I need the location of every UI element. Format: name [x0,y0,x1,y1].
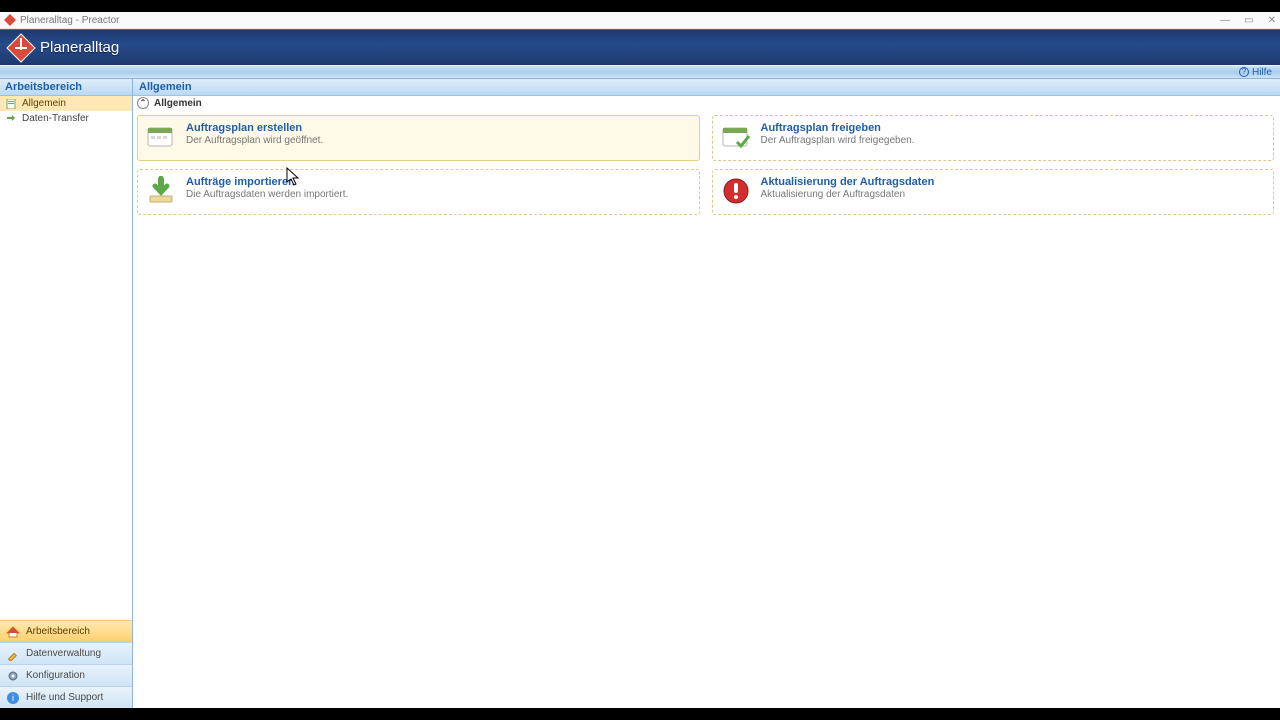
help-link[interactable]: ? Hilfe [1239,67,1272,78]
tile-auftraege-importieren[interactable]: Aufträge importieren Die Auftragsdaten w… [137,169,700,215]
tile-auftragsplan-freigeben[interactable]: Auftragsplan freigeben Der Auftragsplan … [712,115,1275,161]
document-icon [6,99,16,109]
tile-desc: Der Auftragsplan wird geöffnet. [186,135,323,146]
ribbon-header: Planeralltag [0,29,1280,65]
sidebar-tab-label: Datenverwaltung [26,648,101,659]
sidebar-item-label: Allgemein [22,98,66,109]
section-header: ⌃ Allgemein [133,96,1280,111]
sidebar-item-daten-transfer[interactable]: Daten-Transfer [0,111,132,126]
content-header: Allgemein [133,79,1280,96]
help-icon: ? [1239,67,1249,77]
sidebar-tab-datenverwaltung[interactable]: Datenverwaltung [0,642,132,664]
window-controls: — ▭ ✕ [1220,15,1276,26]
tile-title: Aktualisierung der Auftragsdaten [761,176,935,188]
alert-icon [721,176,751,206]
download-icon [146,176,176,206]
tile-desc: Aktualisierung der Auftragsdaten [761,189,935,200]
help-label: Hilfe [1252,67,1272,78]
tile-title: Aufträge importieren [186,176,348,188]
window-titlebar: Planeralltag - Preactor — ▭ ✕ [0,12,1280,29]
sidebar-tab-hilfe[interactable]: i Hilfe und Support [0,686,132,708]
sidebar-tab-konfiguration[interactable]: Konfiguration [0,664,132,686]
pencil-icon [6,647,20,661]
app-window: Planeralltag - Preactor — ▭ ✕ Planerallt… [0,12,1280,708]
sidebar-tab-label: Arbeitsbereich [26,626,90,637]
tile-auftragsplan-erstellen[interactable]: Auftragsplan erstellen Der Auftragsplan … [137,115,700,161]
info-icon: i [6,691,20,705]
sidebar-list: Allgemein Daten-Transfer [0,96,132,620]
ribbon-title: Planeralltag [40,39,119,56]
main-area: Arbeitsbereich Allgemein Daten-Transfer [0,79,1280,708]
home-icon [6,625,20,639]
tile-desc: Der Auftragsplan wird freigegeben. [761,135,915,146]
collapse-icon[interactable]: ⌃ [137,97,149,109]
content-body: Auftragsplan erstellen Der Auftragsplan … [133,111,1280,708]
section-title: Allgemein [154,98,202,109]
sub-strip: ? Hilfe [0,65,1280,79]
gear-icon [6,669,20,683]
sidebar-header: Arbeitsbereich [0,79,132,96]
app-icon [4,14,16,26]
tile-desc: Die Auftragsdaten werden importiert. [186,189,348,200]
window-title: Planeralltag - Preactor [20,15,120,26]
sidebar-item-label: Daten-Transfer [22,113,89,124]
sidebar-item-allgemein[interactable]: Allgemein [0,96,132,111]
tile-aktualisierung-auftragsdaten[interactable]: Aktualisierung der Auftragsdaten Aktuali… [712,169,1275,215]
minimize-button[interactable]: — [1220,15,1230,26]
sidebar: Arbeitsbereich Allgemein Daten-Transfer [0,79,133,708]
tile-grid: Auftragsplan erstellen Der Auftragsplan … [137,115,1274,215]
transfer-icon [6,114,16,124]
calendar-icon [146,122,176,152]
maximize-button[interactable]: ▭ [1244,15,1253,26]
close-button[interactable]: ✕ [1268,15,1276,26]
svg-text:i: i [12,693,14,703]
calendar-check-icon [721,122,751,152]
tile-title: Auftragsplan freigeben [761,122,915,134]
ribbon-logo-icon [6,33,36,63]
sidebar-tab-label: Hilfe und Support [26,692,103,703]
sidebar-bottom-tabs: Arbeitsbereich Datenverwaltung Konfigura… [0,620,132,708]
content: Allgemein ⌃ Allgemein [133,79,1280,708]
sidebar-tab-label: Konfiguration [26,670,85,681]
tile-title: Auftragsplan erstellen [186,122,323,134]
sidebar-tab-arbeitsbereich[interactable]: Arbeitsbereich [0,620,132,642]
